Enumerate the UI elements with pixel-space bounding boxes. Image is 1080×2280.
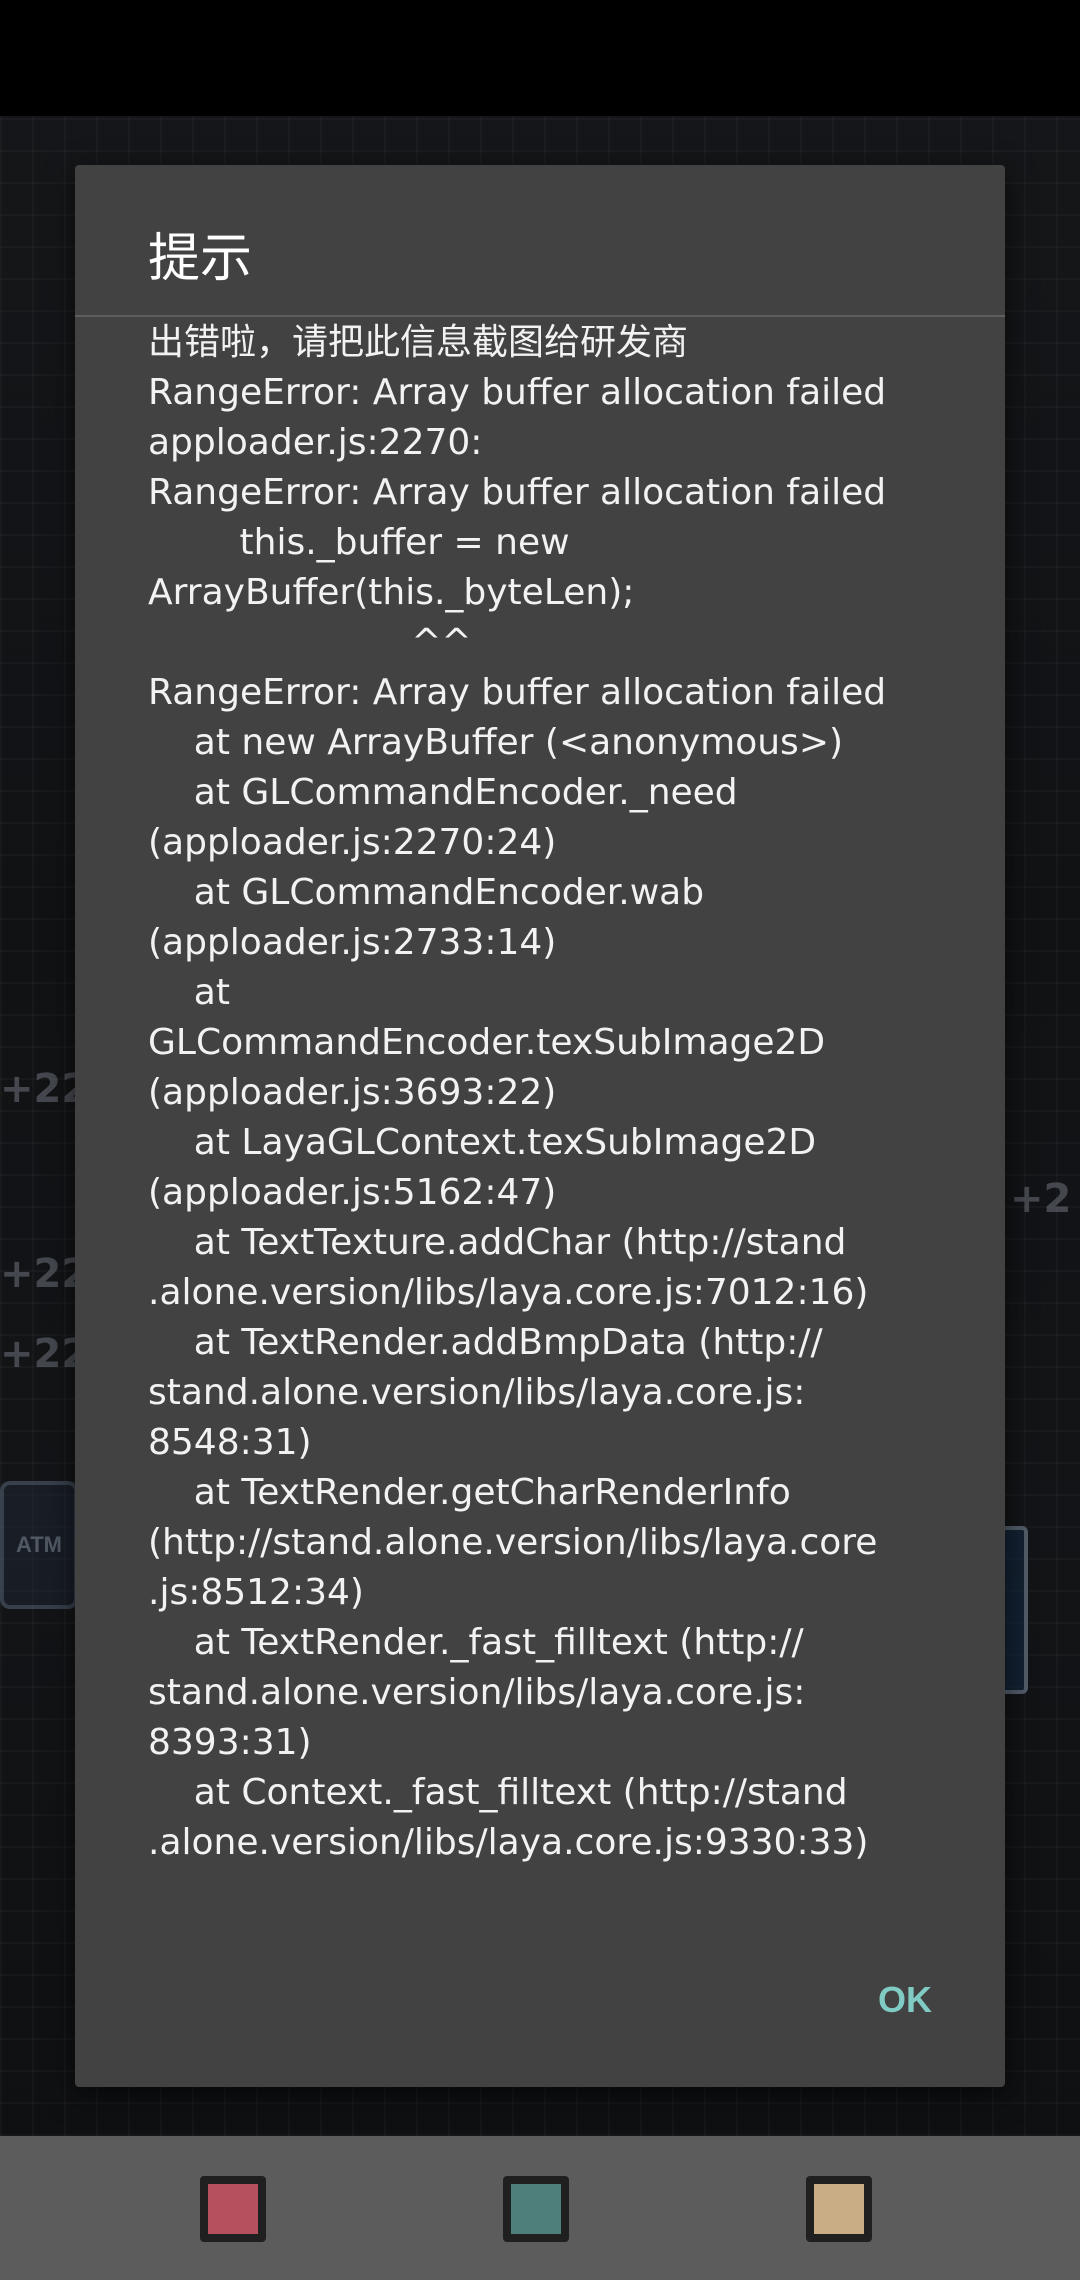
red-square-icon: [208, 2184, 258, 2234]
dialog-title: 提示: [148, 229, 253, 289]
nav-button-teal[interactable]: [503, 2176, 569, 2242]
ok-button[interactable]: OK: [835, 1960, 975, 2040]
title-divider: [75, 315, 1005, 317]
nav-button-tan[interactable]: [806, 2176, 872, 2242]
error-dialog: 提示 出错啦，请把此信息截图给研发商 RangeError: Array buf…: [75, 165, 1005, 2087]
teal-square-icon: [511, 2184, 561, 2234]
error-message: 出错啦，请把此信息截图给研发商 RangeError: Array buffer…: [148, 322, 887, 1863]
nav-button-red[interactable]: [200, 2176, 266, 2242]
status-bar: [0, 0, 1080, 116]
navigation-bar: [0, 2136, 1080, 2280]
screen: +22 +22 +22 +2 ATM 提示 出错啦，请把此信息截图给研发商 Ra…: [0, 0, 1080, 2280]
tan-square-icon: [814, 2184, 864, 2234]
